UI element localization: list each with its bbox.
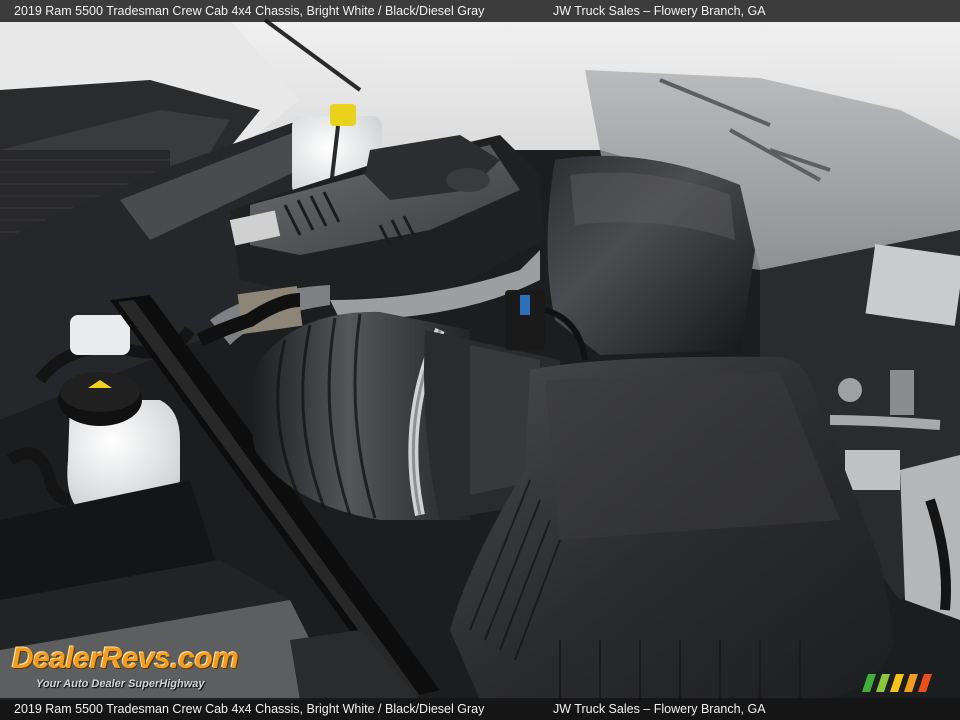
caption-bar-top: 2019 Ram 5500 Tradesman Crew Cab 4x4 Cha… xyxy=(0,0,960,22)
vehicle-title: 2019 Ram 5500 Tradesman Crew Cab 4x4 Cha… xyxy=(14,4,485,18)
engine-bay-photo xyxy=(0,0,960,720)
stripe-1 xyxy=(862,674,876,692)
vehicle-title-footer: 2019 Ram 5500 Tradesman Crew Cab 4x4 Cha… xyxy=(14,702,485,716)
stripe-4 xyxy=(904,674,918,692)
dealerrevs-logo: DealerRevs.com xyxy=(12,642,239,675)
dealer-location-footer: JW Truck Sales – Flowery Branch, GA xyxy=(553,702,766,716)
dealerrevs-tagline: Your Auto Dealer SuperHighway xyxy=(36,678,205,690)
dealerrevs-stripes-icon xyxy=(862,674,932,692)
stripe-5 xyxy=(918,674,932,692)
stripe-2 xyxy=(876,674,890,692)
stripe-3 xyxy=(890,674,904,692)
dealerrevs-watermark: DealerRevs.com Your Auto Dealer SuperHig… xyxy=(12,640,362,698)
caption-bar-bottom: 2019 Ram 5500 Tradesman Crew Cab 4x4 Cha… xyxy=(0,698,960,720)
dealer-location: JW Truck Sales – Flowery Branch, GA xyxy=(553,4,766,18)
